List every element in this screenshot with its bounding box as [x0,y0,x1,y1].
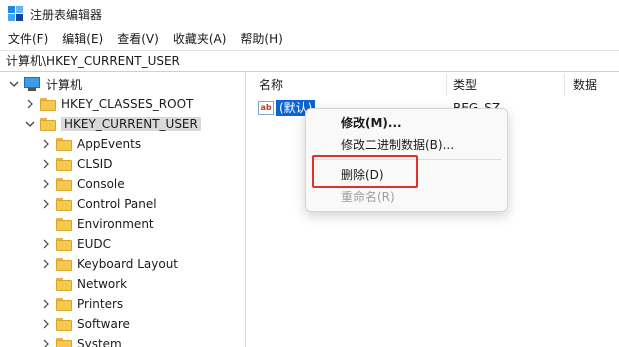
chevron-right-icon[interactable] [40,158,52,170]
folder-icon [56,157,72,171]
tree-item-label: AppEvents [77,137,142,151]
chevron-right-icon[interactable] [40,198,52,210]
context-item-rename: 重命名(R) [341,190,395,204]
computer-icon [24,77,40,91]
folder-open-icon [40,117,56,131]
tree-item-label: Printers [77,297,124,311]
highlight-annotation-box [312,155,418,188]
window-title: 注册表编辑器 [30,7,103,22]
tree-item-system[interactable]: System [40,334,122,347]
tree-item-control-panel[interactable]: Control Panel [40,194,157,214]
context-item-modify[interactable]: 修改(M)... [341,114,402,132]
folder-icon [56,197,72,211]
tree-item-label: Keyboard Layout [77,257,179,271]
chevron-right-icon[interactable] [40,338,52,347]
tree-item-label: 计算机 [46,77,83,92]
menu-view[interactable]: 查看(V) [111,28,165,50]
values-list-header: 名称 类型 数据 [247,72,619,98]
tree-item-label: HKEY_CLASSES_ROOT [61,97,194,111]
tree-item-label: CLSID [77,157,113,171]
string-value-icon: ab [258,101,274,115]
chevron-right-icon[interactable] [40,138,52,150]
tree-item-label: Console [77,177,125,191]
folder-icon [40,97,56,111]
tree-item-appevents[interactable]: AppEvents [40,134,141,154]
menu-edit[interactable]: 编辑(E) [56,28,109,50]
tree-item-label: HKEY_CURRENT_USER [61,117,201,131]
tree-pane[interactable]: 计算机 HKEY_CLASSES_ROOT HKEY_CURRENT_USER … [0,72,246,347]
tree-item-label: EUDC [77,237,111,251]
tree-item-console[interactable]: Console [40,174,125,194]
tree-item-software[interactable]: Software [40,314,130,334]
tree-item-printers[interactable]: Printers [40,294,123,314]
tree-item-eudc[interactable]: EUDC [40,234,111,254]
chevron-right-icon[interactable] [24,98,36,110]
tree-item-label: Software [77,317,130,331]
folder-icon [56,137,72,151]
folder-icon [56,257,72,271]
tree-item-label: Network [77,277,128,291]
chevron-right-icon[interactable] [40,258,52,270]
tree-item-network[interactable]: Network [56,274,127,294]
folder-icon [56,297,72,311]
menu-favorites[interactable]: 收藏夹(A) [167,28,233,50]
folder-icon [56,237,72,251]
chevron-right-icon[interactable] [40,238,52,250]
folder-icon [56,217,72,231]
column-header-name[interactable]: 名称 [253,72,283,98]
tree-item-keyboard-layout[interactable]: Keyboard Layout [40,254,178,274]
chevron-right-icon[interactable] [40,298,52,310]
menu-file[interactable]: 文件(F) [2,28,54,50]
regedit-app-icon [8,6,24,22]
tree-item-clsid[interactable]: CLSID [40,154,112,174]
column-header-data[interactable]: 数据 [567,72,597,98]
tree-item-label: Control Panel [77,197,157,211]
chevron-down-icon[interactable] [8,78,20,90]
menu-help[interactable]: 帮助(H) [234,28,288,50]
tree-item-computer[interactable]: 计算机 [8,74,82,94]
chevron-right-icon[interactable] [40,318,52,330]
chevron-right-icon[interactable] [40,178,52,190]
folder-icon [56,337,72,347]
folder-icon [56,317,72,331]
column-divider[interactable] [564,74,565,96]
menu-bar: 文件(F) 编辑(E) 查看(V) 收藏夹(A) 帮助(H) [0,28,619,50]
tree-item-label: Environment [77,217,154,231]
tree-item-label: System [77,337,122,347]
column-header-type[interactable]: 类型 [447,72,477,98]
chevron-down-icon[interactable] [24,118,36,130]
context-item-modify-binary[interactable]: 修改二进制数据(B)... [341,136,454,154]
tree-item-hkey-classes-root[interactable]: HKEY_CLASSES_ROOT [24,94,193,114]
tree-item-environment[interactable]: Environment [56,214,154,234]
tree-item-hkey-current-user[interactable]: HKEY_CURRENT_USER [24,114,201,134]
folder-icon [56,177,72,191]
folder-icon [56,277,72,291]
address-bar[interactable]: 计算机\HKEY_CURRENT_USER [0,50,619,72]
title-bar: 注册表编辑器 [0,0,619,28]
